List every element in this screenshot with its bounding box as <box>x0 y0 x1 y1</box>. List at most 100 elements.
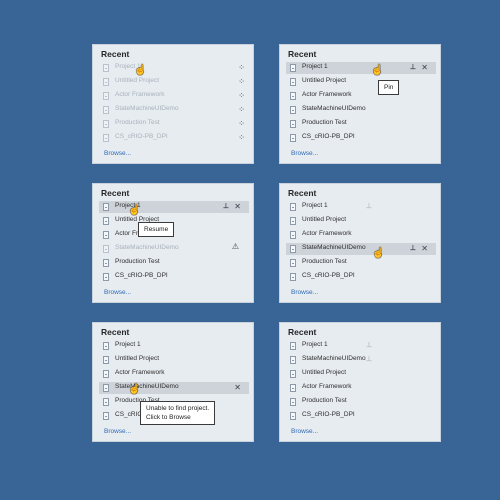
list-item[interactable]: CS_cRIO-PB_DPI <box>286 132 436 144</box>
list-item[interactable]: Project 1 <box>99 340 249 352</box>
pin-icon[interactable]: ⊥ <box>223 201 229 213</box>
list-item[interactable]: Project 1 ⁘ <box>99 62 249 74</box>
list-item[interactable]: Project 1 ⊥ ✕ <box>286 62 436 74</box>
pin-icon[interactable]: ⊥ <box>410 62 416 74</box>
item-label: CS_cRIO-PB_DPI <box>302 272 355 279</box>
loading-spinner-icon: ⁘ <box>238 133 245 142</box>
list-item[interactable]: StateMachineUIDemo ⁘ <box>99 104 249 116</box>
item-label: Untitled Project <box>115 77 160 84</box>
item-label: CS_cRIO-PB_DPI <box>115 272 168 279</box>
list-item[interactable]: CS_cRIO-PB_DPI ⁘ <box>99 132 249 144</box>
list-item[interactable]: Actor Framework <box>286 229 436 241</box>
item-label: StateMachineUIDemo <box>115 383 179 390</box>
project-file-icon <box>290 370 296 378</box>
project-file-icon <box>103 106 109 114</box>
project-file-icon <box>290 384 296 392</box>
item-label: CS_cRIO-PB_DPI <box>115 133 168 140</box>
list-item[interactable]: Production Test <box>286 118 436 130</box>
browse-link[interactable]: Browse... <box>104 428 131 435</box>
list-item[interactable]: Untitled Project <box>286 215 436 227</box>
loading-spinner-icon: ⁘ <box>238 119 245 128</box>
missing-project-tooltip: Unable to find project. Click to Browse <box>140 401 216 425</box>
item-label: Actor Framework <box>302 383 352 390</box>
project-file-icon <box>290 342 296 350</box>
project-file-icon <box>103 356 109 364</box>
browse-link[interactable]: Browse... <box>104 150 131 157</box>
close-icon[interactable]: ✕ <box>234 382 241 394</box>
resume-tooltip: Resume <box>138 222 175 237</box>
item-label: StateMachineUIDemo <box>115 105 179 112</box>
list-item[interactable]: Production Test <box>99 257 249 269</box>
list-item[interactable]: CS_cRIO-PB_DPI <box>286 410 436 422</box>
project-file-icon <box>103 92 109 100</box>
item-label: Actor Framework <box>302 91 352 98</box>
list-item[interactable]: Untitled Project <box>99 354 249 366</box>
browse-link[interactable]: Browse... <box>291 289 318 296</box>
project-file-icon <box>290 412 296 420</box>
list-item[interactable]: StateMachineUIDemo ⚠ <box>99 242 249 255</box>
project-file-icon <box>103 273 109 281</box>
list-item[interactable]: StateMachineUIDemo <box>286 104 436 116</box>
project-file-icon <box>103 78 109 86</box>
project-file-icon <box>103 120 109 128</box>
browse-link[interactable]: Browse... <box>291 150 318 157</box>
project-file-icon <box>290 203 296 211</box>
loading-spinner-icon: ⁘ <box>238 91 245 100</box>
list-item[interactable]: CS_cRIO-PB_DPI <box>286 271 436 283</box>
list-item[interactable]: StateMachineUIDemo ✕ <box>99 382 249 394</box>
project-file-icon <box>290 231 296 239</box>
item-label: StateMachineUIDemo <box>302 355 366 362</box>
project-file-icon <box>103 231 109 239</box>
list-item[interactable]: Untitled Project <box>286 368 436 380</box>
close-icon[interactable]: ✕ <box>421 243 428 255</box>
item-label: Project 1 <box>302 202 328 209</box>
browse-link[interactable]: Browse... <box>104 289 131 296</box>
panel-title: Recent <box>101 49 130 59</box>
item-label: StateMachineUIDemo <box>302 244 366 251</box>
project-file-icon <box>290 64 296 72</box>
list-item[interactable]: Actor Framework ⁘ <box>99 90 249 102</box>
list-item[interactable]: Production Test ⁘ <box>99 118 249 130</box>
list-item[interactable]: Project 1 ⊥ ✕ <box>99 201 249 213</box>
project-file-icon <box>290 356 296 364</box>
project-file-icon <box>290 398 296 406</box>
project-file-icon <box>103 398 109 406</box>
loading-spinner-icon: ⁘ <box>238 63 245 72</box>
close-icon[interactable]: ✕ <box>234 201 241 213</box>
list-item[interactable]: Actor Framework <box>99 368 249 380</box>
pin-tooltip: Pin <box>378 80 400 95</box>
close-icon[interactable]: ✕ <box>421 62 428 74</box>
list-item[interactable]: Production Test <box>286 396 436 408</box>
pin-icon[interactable]: ⊥ <box>366 340 372 352</box>
list-item[interactable]: CS_cRIO-PB_DPI <box>99 271 249 283</box>
list-item[interactable]: Untitled Project ⁘ <box>99 76 249 88</box>
browse-link[interactable]: Browse... <box>291 428 318 435</box>
project-file-icon <box>290 273 296 281</box>
panel-title: Recent <box>101 327 130 337</box>
list-item[interactable]: Project 1 ⊥ <box>286 340 436 352</box>
project-file-icon <box>290 92 296 100</box>
hand-cursor-icon: ☝ <box>134 65 147 76</box>
item-label: Untitled Project <box>302 369 347 376</box>
item-label: StateMachineUIDemo <box>115 244 179 251</box>
project-file-icon <box>103 64 109 72</box>
panel-title: Recent <box>101 188 130 198</box>
pin-icon[interactable]: ⊥ <box>410 243 416 255</box>
list-item[interactable]: StateMachineUIDemo ⊥ ✕ <box>286 243 436 255</box>
list-item[interactable]: Production Test <box>286 257 436 269</box>
list-item[interactable]: Project 1 ⊥ <box>286 201 436 213</box>
item-label: CS_cRIO-PB_DPI <box>302 411 355 418</box>
recent-panel-pin: Recent Project 1 ⊥ ✕ Untitled Project Ac… <box>279 44 441 164</box>
list-item[interactable]: Actor Framework <box>286 382 436 394</box>
list-item[interactable]: StateMachineUIDemo ⊥ <box>286 354 436 366</box>
project-file-icon <box>290 259 296 267</box>
item-label: Production Test <box>302 119 347 126</box>
recent-panel-reordered: Recent Project 1 ⊥ StateMachineUIDemo ⊥ … <box>279 322 441 442</box>
item-label: Production Test <box>302 397 347 404</box>
list-item[interactable]: Actor Framework <box>286 90 436 102</box>
list-item[interactable]: Untitled Project <box>286 76 436 88</box>
pin-icon[interactable]: ⊥ <box>366 201 372 213</box>
project-file-icon <box>290 106 296 114</box>
pin-icon[interactable]: ⊥ <box>366 354 372 366</box>
loading-spinner-icon: ⁘ <box>238 105 245 114</box>
